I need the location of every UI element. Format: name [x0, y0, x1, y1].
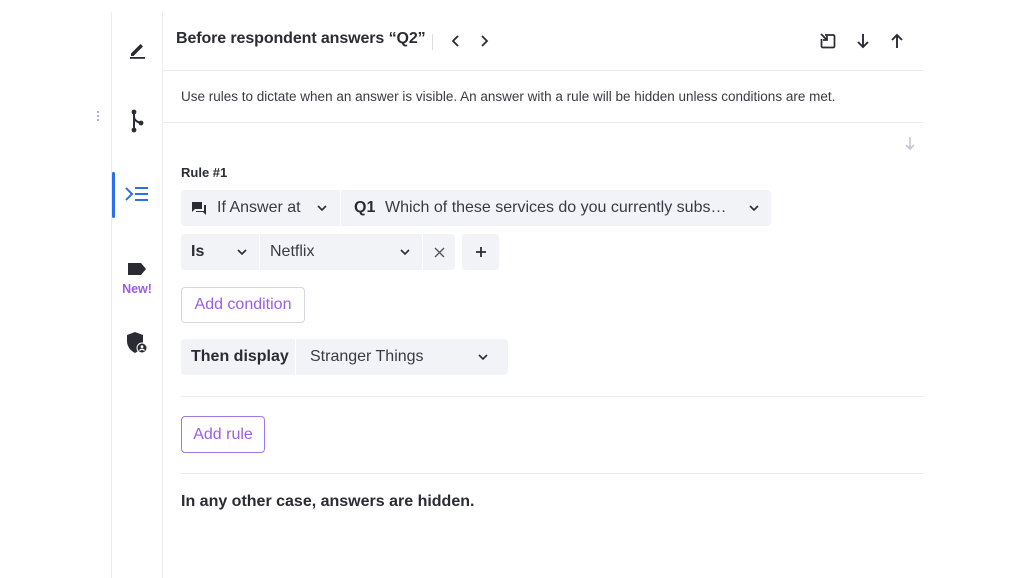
question-text: Which of these services do you currently… [385, 199, 727, 216]
rail-tag-button[interactable]: New! [112, 260, 162, 296]
remove-value-button[interactable] [423, 234, 455, 270]
logic-editor-panel: New! Before respondent answers “Q2” Use … [111, 12, 924, 578]
arrow-down-icon [857, 34, 869, 49]
scroll-down-button[interactable] [903, 136, 917, 157]
description-row: Use rules to dictate when an answer is v… [162, 70, 924, 123]
chevron-down-icon [400, 249, 410, 256]
condition-value-row: Is Netflix [181, 234, 455, 270]
plus-icon [475, 247, 486, 257]
page-title: Before respondent answers “Q2” [176, 30, 426, 47]
rules-description: Use rules to dictate when an answer is v… [181, 89, 836, 104]
then-display-row: Then display Stranger Things [181, 339, 508, 375]
panel-header: Before respondent answers “Q2” [162, 12, 924, 71]
rail-privacy-button[interactable] [112, 330, 162, 356]
drag-handle[interactable] [97, 111, 101, 123]
question-id: Q1 [354, 199, 376, 216]
header-divider [432, 34, 433, 50]
add-value-button[interactable] [462, 234, 499, 270]
close-icon [434, 247, 444, 257]
chevron-right-icon [481, 35, 489, 47]
then-display-select[interactable]: Stranger Things [296, 339, 508, 375]
import-icon [820, 33, 836, 49]
side-rail: New! [111, 12, 163, 578]
tag-icon [128, 263, 146, 275]
chevron-left-icon [451, 35, 459, 47]
branch-icon [131, 109, 144, 133]
rail-branch-button[interactable] [112, 108, 162, 134]
chevron-down-icon [317, 205, 327, 212]
operator-label: Is [191, 243, 205, 260]
condition-source-select[interactable]: If Answer at Q1 Which of these services … [181, 190, 771, 226]
chat-icon [192, 202, 206, 215]
move-up-button[interactable] [884, 28, 910, 54]
answer-value: Netflix [270, 243, 315, 260]
shield-user-icon [127, 332, 148, 354]
arrow-down-icon [905, 137, 915, 151]
divider [181, 396, 924, 397]
then-display-label: Then display [191, 348, 289, 365]
rule-label: Rule #1 [181, 165, 228, 180]
next-question-button[interactable] [471, 28, 497, 54]
pencil-icon [130, 44, 145, 59]
copy-rules-button[interactable] [815, 28, 841, 54]
answer-value-select[interactable]: Netflix [260, 234, 422, 270]
add-rule-button[interactable]: Add rule [181, 416, 265, 453]
rules-panel: Before respondent answers “Q2” Use rules… [162, 12, 924, 578]
source-type-label: If Answer at [217, 199, 301, 216]
chevron-down-icon [749, 205, 759, 212]
then-display-value: Stranger Things [310, 348, 424, 365]
display-logic-icon [125, 187, 148, 201]
previous-question-button[interactable] [443, 28, 469, 54]
chevron-down-icon [237, 249, 247, 256]
add-condition-button[interactable]: Add condition [181, 287, 305, 323]
new-badge: New! [122, 282, 152, 296]
move-down-button[interactable] [850, 28, 876, 54]
arrow-up-icon [891, 33, 903, 48]
rail-edit-button[interactable] [112, 38, 162, 60]
operator-select[interactable]: Is [181, 234, 259, 270]
divider [181, 473, 924, 474]
rail-display-logic-button[interactable] [112, 184, 162, 204]
chevron-down-icon [478, 354, 488, 361]
default-case-text: In any other case, answers are hidden. [181, 493, 475, 510]
